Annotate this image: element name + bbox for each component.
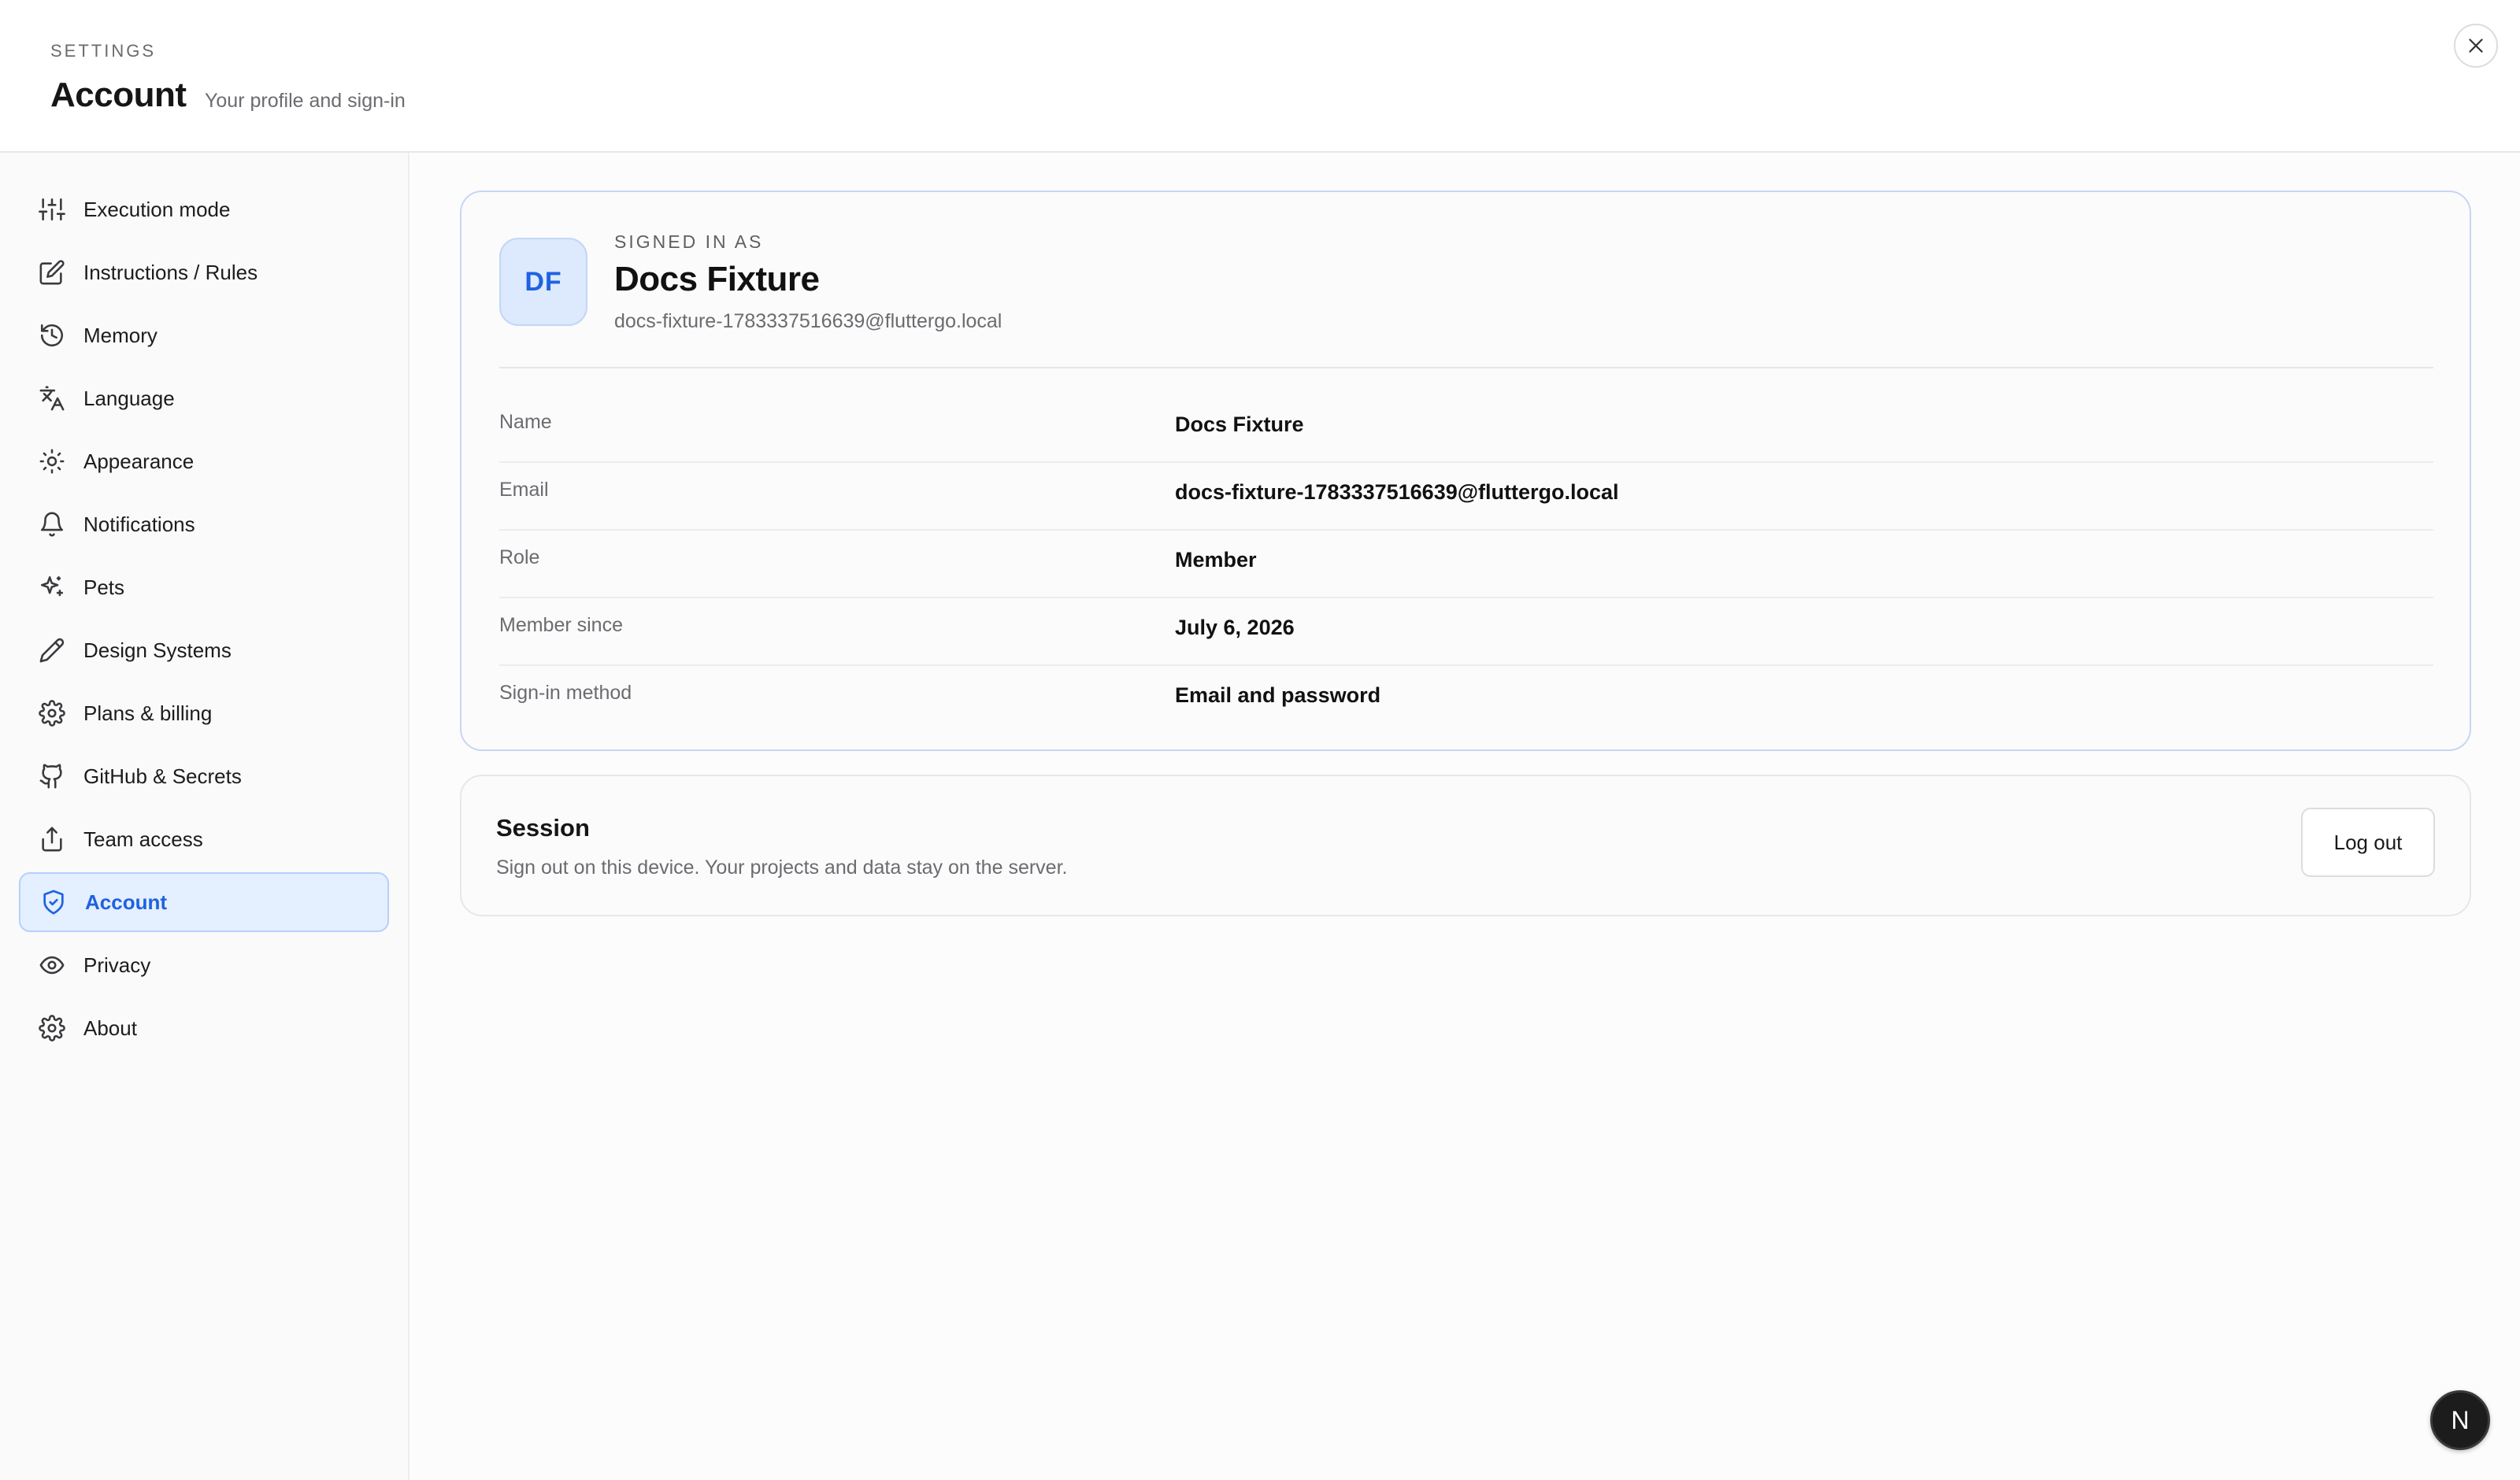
- sliders-icon: [36, 194, 68, 225]
- sidebar-item-about[interactable]: About: [19, 998, 389, 1058]
- sidebar-item-label: Pets: [83, 575, 125, 599]
- sun-icon: [36, 446, 68, 477]
- detail-value: Member: [1175, 548, 1257, 572]
- sidebar-item-label: Team access: [83, 827, 203, 851]
- session-description: Sign out on this device. Your projects a…: [496, 857, 1068, 879]
- sidebar-item-label: Execution mode: [83, 197, 231, 221]
- sidebar-item-notifications[interactable]: Notifications: [19, 494, 389, 554]
- profile-email: docs-fixture-1783337516639@fluttergo.loc…: [614, 310, 1002, 332]
- sidebar-item-label: About: [83, 1016, 137, 1040]
- profile-name: Docs Fixture: [614, 260, 820, 298]
- sidebar-item-instructions-rules[interactable]: Instructions / Rules: [19, 242, 389, 302]
- avatar: DF: [499, 238, 587, 326]
- detail-label: Member since: [499, 614, 623, 636]
- page-subtitle: Your profile and sign-in: [205, 90, 406, 112]
- close-icon: [2469, 39, 2483, 53]
- detail-label: Sign-in method: [499, 682, 632, 704]
- bell-icon: [36, 509, 68, 540]
- profile-card: DF SIGNED IN AS Docs Fixture docs-fixtur…: [460, 191, 2471, 751]
- sidebar-item-label: GitHub & Secrets: [83, 764, 242, 788]
- row-divider: [499, 461, 2433, 463]
- sparkles-icon: [36, 572, 68, 603]
- shield-check-icon: [38, 886, 69, 918]
- sidebar-item-memory[interactable]: Memory: [19, 305, 389, 365]
- sidebar-item-plans-billing[interactable]: Plans & billing: [19, 683, 389, 743]
- sidebar-item-label: Account: [85, 890, 167, 914]
- settings-header: SETTINGS Account Your profile and sign-i…: [0, 0, 2520, 153]
- detail-label: Email: [499, 479, 549, 501]
- header-eyebrow: SETTINGS: [50, 41, 157, 61]
- pencil-icon: [36, 635, 68, 666]
- eye-icon: [36, 949, 68, 981]
- sidebar-item-account[interactable]: Account: [19, 872, 389, 932]
- session-card: Session Sign out on this device. Your pr…: [460, 775, 2471, 916]
- github-icon: [36, 760, 68, 792]
- detail-value: Email and password: [1175, 683, 1381, 707]
- page-title: Account: [50, 76, 187, 114]
- sidebar-item-github-secrets[interactable]: GitHub & Secrets: [19, 746, 389, 806]
- sidebar-item-label: Design Systems: [83, 638, 232, 662]
- sidebar-item-appearance[interactable]: Appearance: [19, 431, 389, 491]
- detail-value: docs-fixture-1783337516639@fluttergo.loc…: [1175, 480, 1619, 504]
- sidebar-item-language[interactable]: Language: [19, 368, 389, 428]
- sidebar-item-privacy[interactable]: Privacy: [19, 935, 389, 995]
- history-icon: [36, 320, 68, 351]
- detail-label: Name: [499, 411, 552, 433]
- translate-icon: [36, 383, 68, 414]
- log-out-button[interactable]: Log out: [2301, 808, 2435, 877]
- assistant-fab-button[interactable]: N: [2430, 1390, 2490, 1450]
- detail-label: Role: [499, 546, 540, 568]
- share-icon: [36, 823, 68, 855]
- sidebar-item-label: Language: [83, 386, 175, 410]
- signed-in-as-label: SIGNED IN AS: [614, 231, 764, 252]
- sidebar-item-execution-mode[interactable]: Execution mode: [19, 179, 389, 239]
- edit-icon: [36, 257, 68, 288]
- sidebar-item-label: Plans & billing: [83, 701, 213, 725]
- sidebar-item-pets[interactable]: Pets: [19, 557, 389, 617]
- detail-value: Docs Fixture: [1175, 413, 1304, 436]
- sidebar-item-label: Notifications: [83, 512, 195, 536]
- session-title: Session: [496, 814, 590, 842]
- profile-divider: [499, 367, 2433, 368]
- close-button[interactable]: [2454, 24, 2498, 68]
- row-divider: [499, 597, 2433, 598]
- sidebar-item-label: Privacy: [83, 953, 151, 977]
- sidebar-item-label: Memory: [83, 323, 158, 347]
- settings-sidebar: Execution mode Instructions / Rules Memo…: [0, 153, 410, 1480]
- gear-icon: [36, 697, 68, 729]
- row-divider: [499, 664, 2433, 666]
- sidebar-item-design-systems[interactable]: Design Systems: [19, 620, 389, 680]
- sidebar-item-label: Instructions / Rules: [83, 260, 258, 284]
- sidebar-item-team-access[interactable]: Team access: [19, 809, 389, 869]
- row-divider: [499, 529, 2433, 531]
- sidebar-item-label: Appearance: [83, 449, 195, 473]
- gear-icon: [36, 1012, 68, 1044]
- detail-value: July 6, 2026: [1175, 616, 1295, 639]
